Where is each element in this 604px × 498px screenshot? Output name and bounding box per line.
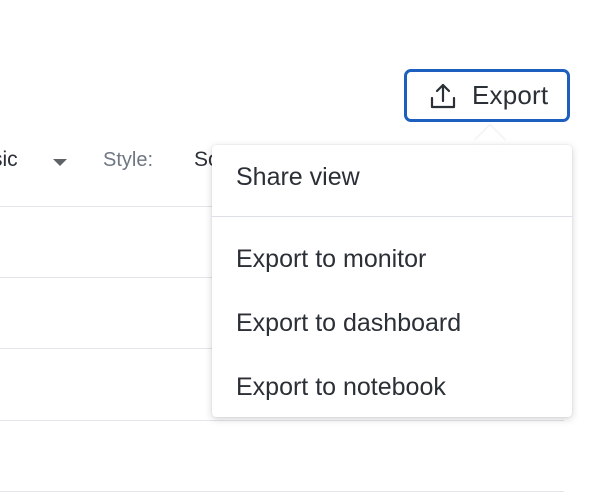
- export-button-label: Export: [472, 80, 549, 110]
- style-label: Style:: [103, 149, 154, 171]
- canvas: Export sic Style: So Share view Export t…: [0, 0, 604, 498]
- table-row-divider: [0, 420, 564, 421]
- export-button[interactable]: Export: [404, 69, 570, 122]
- menu-item-share-view[interactable]: Share view: [212, 152, 572, 202]
- table-row-divider: [0, 491, 564, 492]
- menu-pointer-mask: [472, 145, 508, 157]
- menu-item-export-to-notebook[interactable]: Export to notebook: [212, 362, 572, 412]
- chevron-down-icon[interactable]: [53, 159, 67, 166]
- menu-item-export-to-dashboard[interactable]: Export to dashboard: [212, 298, 572, 348]
- filter-select-value[interactable]: sic: [0, 148, 18, 172]
- upload-icon: [428, 81, 458, 111]
- menu-divider: [212, 216, 572, 217]
- menu-item-export-to-monitor[interactable]: Export to monitor: [212, 234, 572, 284]
- export-menu: Share view Export to monitor Export to d…: [212, 145, 572, 417]
